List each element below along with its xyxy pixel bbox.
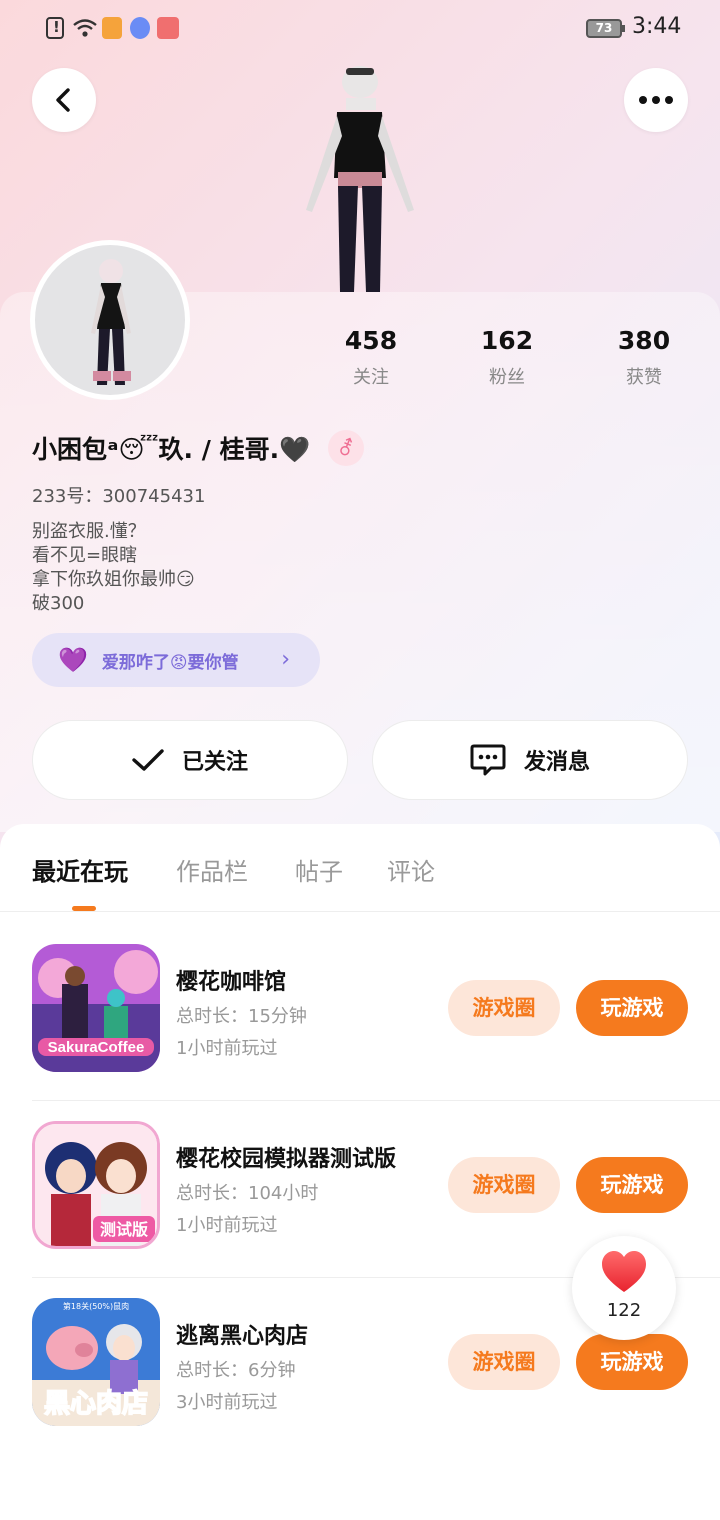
game-duration: 总时长：104小时 <box>176 1183 319 1204</box>
app-notification-icon <box>102 17 122 39</box>
profile-nickname: 小困包ᵃ😴玖. / 桂哥.🖤 <box>32 435 311 464</box>
game-circle-button[interactable]: 游戏圈 <box>448 1334 560 1390</box>
game-title: 樱花校园模拟器测试版 <box>176 1147 397 1172</box>
store-notification-icon <box>157 17 179 39</box>
send-message-label: 发消息 <box>523 750 590 775</box>
content-panel: 最近在玩 作品栏 帖子 评论 SakuraCoffee 樱花咖啡馆 总时长：15… <box>0 824 720 1520</box>
like-count: 122 <box>606 1300 642 1321</box>
play-game-button[interactable]: 玩游戏 <box>576 1157 688 1213</box>
bio-line: 破300 <box>32 593 85 614</box>
chevron-right-icon: › <box>281 647 290 672</box>
game-duration: 总时长：15分钟 <box>176 1006 307 1027</box>
stat-followers[interactable]: 162 粉丝 <box>452 326 562 389</box>
club-link[interactable]: 💜 爱那咋了😡要你管 › <box>32 633 320 687</box>
profile-bio: 别盗衣服.懂？ 看不见=眼瞎 拿下你玖姐你最帅😏 破300 <box>32 520 195 616</box>
following-button[interactable]: 已关注 <box>32 720 348 800</box>
bio-line: 看不见=眼瞎 <box>32 545 138 566</box>
music-notification-icon <box>130 17 150 39</box>
stat-following[interactable]: 458 关注 <box>316 326 426 389</box>
status-time: 3:44 <box>632 14 682 39</box>
battery-indicator: 73 <box>586 19 625 38</box>
play-game-button[interactable]: 玩游戏 <box>576 980 688 1036</box>
profile-page: 73 3:44 <box>0 0 720 1520</box>
game-list-item[interactable]: SakuraCoffee 樱花咖啡馆 总时长：15分钟 1小时前玩过 游戏圈 玩… <box>0 924 720 1101</box>
bio-line: 别盗衣服.懂？ <box>32 521 146 542</box>
like-button[interactable]: 122 <box>572 1236 676 1340</box>
club-label: 爱那咋了😡要你管 <box>101 652 239 673</box>
bio-line: 拿下你玖姐你最帅😏 <box>32 569 195 590</box>
game-icon-banner: 第18关(50%)鼠肉 <box>63 1301 129 1311</box>
game-circle-button[interactable]: 游戏圈 <box>448 980 560 1036</box>
tab-bar: 最近在玩 作品栏 帖子 评论 <box>0 824 720 912</box>
status-bar: 73 3:44 <box>0 0 720 56</box>
game-icon-text: 测试版 <box>100 1220 148 1239</box>
game-icon-text: SakuraCoffee <box>48 1039 145 1056</box>
game-icon[interactable]: 第18关(50%)鼠肉 黑心肉店 <box>32 1298 160 1426</box>
tab-comments[interactable]: 评论 <box>387 852 435 887</box>
battery-level: 73 <box>595 21 613 35</box>
back-button[interactable] <box>32 68 96 132</box>
game-icon[interactable]: 测试版 <box>32 1121 160 1249</box>
more-icon <box>639 96 673 104</box>
followers-label: 粉丝 <box>489 367 525 388</box>
alert-icon <box>46 17 64 39</box>
likes-label: 获赞 <box>626 367 662 388</box>
play-game-button[interactable]: 玩游戏 <box>576 1334 688 1390</box>
checkmark-icon <box>132 749 164 771</box>
following-button-label: 已关注 <box>181 750 248 775</box>
game-title: 逃离黑心肉店 <box>176 1324 309 1349</box>
user-id: 233号：300745431 <box>32 486 206 507</box>
game-last-played: 1小时前玩过 <box>176 1215 278 1236</box>
tab-recently-played[interactable]: 最近在玩 <box>32 852 128 887</box>
wifi-icon <box>73 19 97 37</box>
game-last-played: 1小时前玩过 <box>176 1038 278 1059</box>
send-message-button[interactable]: 发消息 <box>372 720 688 800</box>
game-duration: 总时长：6分钟 <box>176 1360 296 1381</box>
game-last-played: 3小时前玩过 <box>176 1392 278 1413</box>
game-icon[interactable]: SakuraCoffee <box>32 944 160 1072</box>
likes-count: 380 <box>617 326 671 355</box>
avatar[interactable] <box>30 240 190 400</box>
gender-icon: ⚦ <box>328 430 364 466</box>
followers-count: 162 <box>480 326 534 355</box>
tab-posts[interactable]: 帖子 <box>295 852 343 887</box>
avatar-image <box>35 245 185 395</box>
stat-likes[interactable]: 380 获赞 <box>589 326 699 389</box>
more-options-button[interactable] <box>624 68 688 132</box>
tab-works[interactable]: 作品栏 <box>176 852 248 887</box>
game-title: 樱花咖啡馆 <box>176 970 287 995</box>
heart-icon: 💜 <box>58 646 88 674</box>
character-model-image <box>306 66 414 292</box>
chat-icon <box>470 744 506 776</box>
following-label: 关注 <box>353 367 389 388</box>
heart-icon <box>602 1251 646 1292</box>
game-circle-button[interactable]: 游戏圈 <box>448 1157 560 1213</box>
game-icon-text: 黑心肉店 <box>44 1389 148 1419</box>
avatar-character-icon <box>91 259 131 385</box>
chevron-left-icon <box>56 88 70 112</box>
active-tab-indicator <box>72 906 96 911</box>
following-count: 458 <box>344 326 398 355</box>
